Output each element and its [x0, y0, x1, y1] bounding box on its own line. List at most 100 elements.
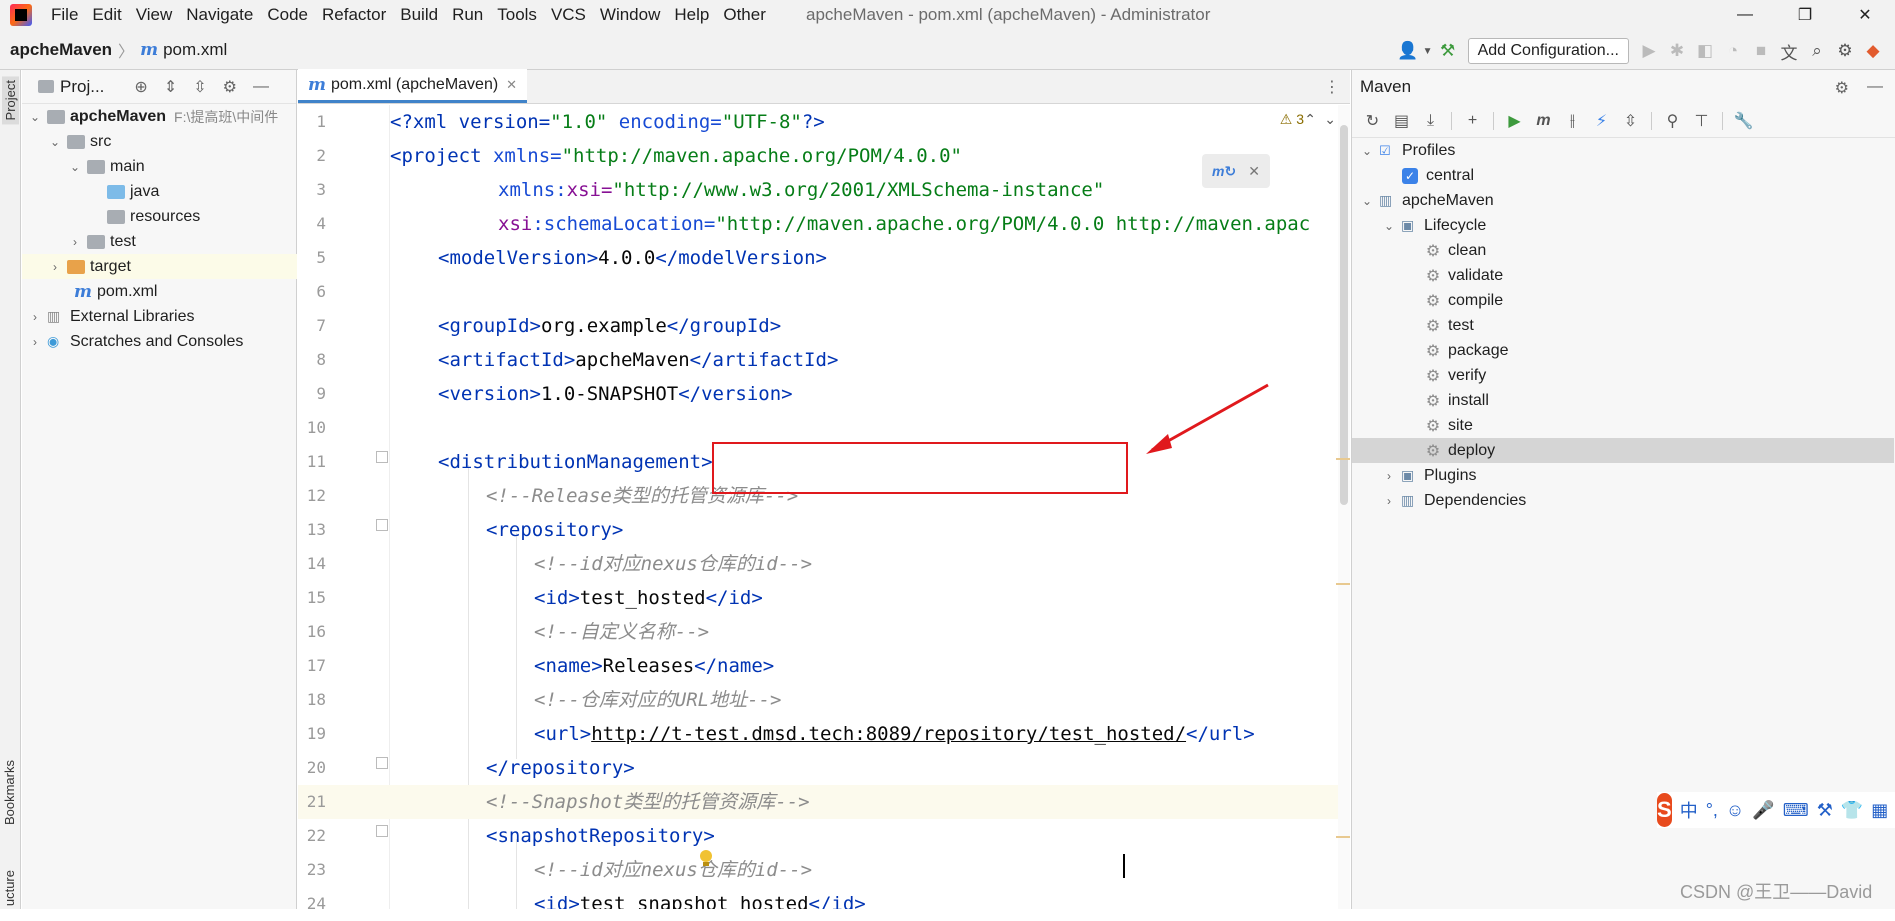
run-icon[interactable]: ▶	[1500, 107, 1529, 135]
collapse-icon[interactable]: ⇳	[1616, 107, 1645, 135]
menu-file[interactable]: File	[44, 0, 85, 30]
chevron-down-icon[interactable]: ⌄	[68, 160, 82, 174]
maven-item-dependencies[interactable]: › ▥ Dependencies	[1352, 488, 1894, 513]
translate-icon[interactable]: 文	[1775, 37, 1803, 65]
close-icon[interactable]: ✕	[1248, 163, 1260, 180]
toggle-offline-icon[interactable]: ⫲	[1558, 107, 1587, 135]
tab-pom-xml[interactable]: m pom.xml (apcheMaven) ✕	[298, 69, 528, 103]
run-icon[interactable]: ▶	[1635, 37, 1663, 65]
tree-item-target[interactable]: › target	[22, 254, 297, 279]
collapse-all-icon[interactable]: ⇳	[193, 77, 206, 97]
menu-run[interactable]: Run	[445, 0, 490, 30]
menu-window[interactable]: Window	[593, 0, 667, 30]
lifecycle-deploy[interactable]: ⚙ deploy	[1352, 438, 1894, 463]
tree-item-scratches[interactable]: › ◉ Scratches and Consoles	[22, 329, 297, 354]
scrollbar-thumb[interactable]	[1340, 125, 1348, 505]
maven-reload-icon[interactable]: m↻	[1212, 163, 1236, 180]
menu-refactor[interactable]: Refactor	[315, 0, 393, 30]
add-icon[interactable]: +	[1458, 107, 1487, 135]
stop-icon[interactable]: ■	[1747, 37, 1775, 65]
lifecycle-validate[interactable]: ⚙ validate	[1352, 263, 1894, 288]
generate-sources-icon[interactable]: ▤	[1387, 107, 1416, 135]
maven-item-project[interactable]: ⌄ ▥ apcheMaven	[1352, 188, 1894, 213]
error-stripe-mark[interactable]	[1336, 836, 1350, 838]
lifecycle-compile[interactable]: ⚙ compile	[1352, 288, 1894, 313]
menu-icon[interactable]: ▦	[1871, 800, 1888, 821]
close-button[interactable]: ✕	[1835, 0, 1895, 30]
menu-edit[interactable]: Edit	[85, 0, 128, 30]
locate-icon[interactable]: ⊕	[134, 77, 147, 97]
editor-scrollbar[interactable]	[1336, 105, 1350, 909]
tree-item-external-libraries[interactable]: › ▥ External Libraries	[22, 304, 297, 329]
gear-icon[interactable]: ⚙	[1835, 78, 1849, 98]
chevron-up-icon[interactable]: ⌃	[1304, 111, 1316, 128]
maven-item-profile-central[interactable]: ✓ central	[1352, 163, 1894, 188]
lifecycle-test[interactable]: ⚙ test	[1352, 313, 1894, 338]
chevron-down-icon[interactable]: ⌄	[1324, 111, 1336, 128]
show-dependencies-icon[interactable]: ⊤	[1687, 107, 1716, 135]
user-icon[interactable]: 👤	[1394, 37, 1422, 65]
chevron-right-icon[interactable]: ›	[68, 235, 82, 249]
tree-item-apchemaven[interactable]: ⌄ apcheMaven F:\提高班\中间件	[22, 104, 297, 129]
menu-code[interactable]: Code	[260, 0, 315, 30]
lifecycle-clean[interactable]: ⚙ clean	[1352, 238, 1894, 263]
url-link[interactable]: http://t-test.dmsd.tech:8089/repository/…	[591, 723, 1186, 745]
skin-icon[interactable]: 👕	[1841, 800, 1863, 821]
skip-tests-icon[interactable]: ⚡	[1587, 107, 1616, 135]
fold-icon[interactable]	[376, 519, 388, 531]
tree-item-main[interactable]: ⌄ main	[22, 154, 297, 179]
menu-navigate[interactable]: Navigate	[179, 0, 260, 30]
close-icon[interactable]: ✕	[506, 77, 517, 93]
execute-goal-icon[interactable]: m	[1529, 107, 1558, 135]
bookmarks-tool-tab[interactable]: Bookmarks	[2, 760, 17, 825]
tree-item-java[interactable]: java	[22, 179, 297, 204]
coverage-icon[interactable]: ◧	[1691, 37, 1719, 65]
keyboard-icon[interactable]: ⌨	[1783, 800, 1809, 821]
download-icon[interactable]: ⤓	[1416, 107, 1445, 135]
breadcrumb-file[interactable]: pom.xml	[163, 40, 227, 60]
chevron-down-icon[interactable]: ⌄	[1360, 194, 1374, 208]
settings-gear-icon[interactable]: ⚙	[1831, 37, 1859, 65]
analyze-dependencies-icon[interactable]: ⚲	[1658, 107, 1687, 135]
tree-item-test[interactable]: › test	[22, 229, 297, 254]
fold-icon[interactable]	[376, 757, 388, 769]
maven-reload-popup[interactable]: m↻ ✕	[1202, 154, 1270, 188]
lifecycle-package[interactable]: ⚙ package	[1352, 338, 1894, 363]
expand-all-icon[interactable]: ⇕	[164, 77, 177, 97]
fold-icon[interactable]	[376, 825, 388, 837]
error-stripe-mark[interactable]	[1336, 458, 1350, 460]
lightbulb-icon[interactable]	[699, 850, 713, 868]
ime-language[interactable]: 中	[1680, 797, 1698, 823]
tree-item-pom[interactable]: m pom.xml	[22, 279, 297, 304]
chevron-down-icon[interactable]: ⌄	[28, 110, 42, 124]
menu-tools[interactable]: Tools	[490, 0, 544, 30]
restore-button[interactable]: ❐	[1775, 0, 1835, 30]
minimize-button[interactable]: —	[1715, 0, 1775, 30]
menu-vcs[interactable]: VCS	[544, 0, 593, 30]
tree-item-resources[interactable]: resources	[22, 204, 297, 229]
emoji-icon[interactable]: ☺	[1726, 800, 1744, 821]
tree-item-src[interactable]: ⌄ src	[22, 129, 297, 154]
chevron-right-icon[interactable]: ›	[1382, 494, 1396, 508]
maven-item-lifecycle[interactable]: ⌄ ▣ Lifecycle	[1352, 213, 1894, 238]
chevron-right-icon[interactable]: ›	[28, 335, 42, 349]
menu-view[interactable]: View	[129, 0, 180, 30]
reload-icon[interactable]: ↻	[1358, 107, 1387, 135]
maven-item-profiles[interactable]: ⌄ ☑ Profiles	[1352, 138, 1894, 163]
tools-icon[interactable]: ⚒	[1817, 800, 1833, 821]
search-icon[interactable]: ⌕	[1803, 37, 1831, 65]
project-panel-title[interactable]: Proj...	[60, 77, 104, 97]
microphone-icon[interactable]: 🎤	[1752, 800, 1774, 821]
ime-punctuation[interactable]: °,	[1706, 800, 1718, 821]
chevron-down-icon[interactable]: ⌄	[48, 135, 62, 149]
chevron-down-icon[interactable]: ⌄	[1360, 144, 1374, 158]
build-hammer-icon[interactable]: ⚒	[1434, 37, 1462, 65]
sogou-logo-icon[interactable]: S	[1657, 793, 1672, 827]
hide-icon[interactable]: —	[1867, 78, 1883, 98]
gear-icon[interactable]: ⚙	[223, 77, 237, 97]
lifecycle-site[interactable]: ⚙ site	[1352, 413, 1894, 438]
wrench-icon[interactable]: 🔧	[1729, 107, 1758, 135]
profile-icon[interactable]: ◔	[1719, 37, 1747, 65]
central-checkbox[interactable]: ✓	[1402, 167, 1418, 184]
jetbrains-icon[interactable]: ◆	[1859, 37, 1887, 65]
